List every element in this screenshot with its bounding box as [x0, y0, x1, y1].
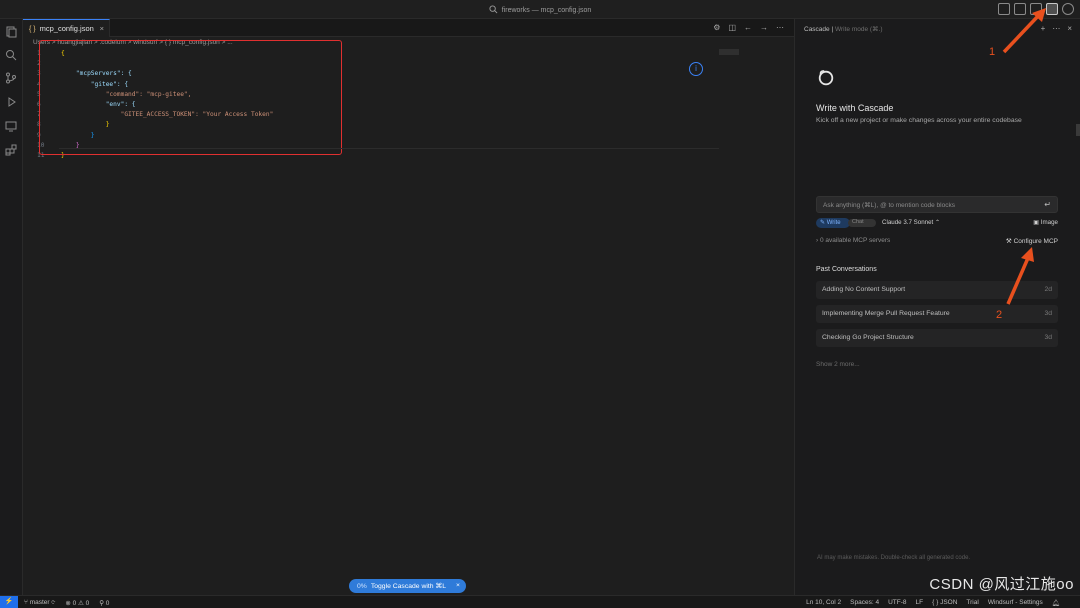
title-bar: fireworks — mcp_config.json	[0, 0, 1080, 19]
mode-write-button[interactable]: ✎ Write	[816, 218, 850, 228]
more-icon[interactable]: ⋯	[776, 23, 784, 32]
explorer-icon[interactable]	[5, 26, 17, 38]
cascade-logo-icon	[818, 70, 834, 86]
minimap[interactable]	[719, 49, 739, 55]
chevron-right-icon[interactable]: ›	[816, 237, 818, 244]
more-icon[interactable]: ⋯	[1052, 24, 1060, 33]
branch-indicator[interactable]: ⑂ master ⟳	[24, 599, 55, 607]
current-line-indicator	[59, 148, 719, 149]
editor-tab-bar: { } mcp_config.json × ⚙ ◫ ← → ⋯	[23, 19, 794, 37]
image-button[interactable]: ▣ Image	[1033, 219, 1058, 226]
chevron-up-icon: ⌃	[935, 219, 941, 226]
mcp-servers-status[interactable]: 0 available MCP servers	[820, 237, 890, 244]
tab-mcp-config[interactable]: { } mcp_config.json ×	[23, 19, 110, 37]
conversation-title: Adding No Content Support	[822, 286, 906, 293]
encoding[interactable]: UTF-8	[888, 599, 906, 607]
annotation-number-1: 1	[989, 46, 996, 58]
extensions-icon[interactable]	[5, 144, 17, 156]
window-title[interactable]: fireworks — mcp_config.json	[0, 5, 1080, 14]
status-bar: ⚡ ⑂ master ⟳ ⊗ 0 ⚠ 0 ⚲ 0 Ln 10, Col 2 Sp…	[0, 595, 1080, 608]
disclaimer: AI may make mistakes. Double-check all g…	[817, 555, 971, 561]
source-control-icon[interactable]	[5, 72, 17, 84]
branch-icon: ⑂	[24, 599, 28, 606]
conversation-title: Checking Go Project Structure	[822, 334, 914, 341]
trial-badge[interactable]: Trial	[966, 599, 978, 607]
toggle-cascade-percent: 0%	[357, 583, 367, 590]
mode-chat-label: Chat	[852, 219, 864, 225]
branch-name: master	[29, 599, 50, 606]
annotation-number-2: 2	[996, 309, 1003, 321]
show-more-link[interactable]: Show 2 more...	[816, 361, 860, 368]
windsurf-settings[interactable]: Windsurf - Settings	[988, 599, 1043, 607]
sync-icon[interactable]: ⟳	[51, 599, 55, 606]
editor-area: { } mcp_config.json × ⚙ ◫ ← → ⋯ Users > h…	[23, 19, 794, 595]
bell-icon[interactable]: 🔔︎	[1052, 599, 1060, 607]
account-icon[interactable]	[1062, 3, 1074, 15]
close-icon[interactable]: ×	[1067, 24, 1072, 33]
window-title-text: fireworks — mcp_config.json	[501, 7, 592, 14]
search-icon[interactable]	[5, 49, 17, 61]
mode-write-label: Write	[826, 220, 841, 226]
conversation-age: 3d	[1044, 310, 1052, 317]
enter-icon[interactable]: ↵	[1044, 200, 1051, 209]
annotation-arrow-2	[1006, 247, 1034, 305]
info-icon[interactable]: i	[689, 62, 703, 76]
mcp-row: › 0 available MCP servers ⚒ Configure MC…	[816, 237, 1058, 245]
language-mode[interactable]: { } JSON	[932, 599, 957, 607]
split-editor-icon[interactable]: ◫	[728, 23, 736, 32]
mode-chat-button[interactable]: Chat	[848, 219, 876, 227]
arrow-right-icon[interactable]: →	[760, 23, 768, 32]
annotation-highlight-box	[39, 40, 342, 155]
line-ending[interactable]: LF	[916, 599, 924, 607]
toggle-cascade-button[interactable]: 0% Toggle Cascade with ⌘L ×	[349, 579, 466, 593]
ask-input[interactable]: Ask anything (⌘L), @ to mention code blo…	[816, 196, 1058, 213]
welcome-subtitle: Kick off a new project or make changes a…	[816, 117, 1022, 124]
conversation-item[interactable]: Checking Go Project Structure 3d	[816, 329, 1058, 347]
cascade-mode-label: Write mode (⌘.)	[834, 26, 883, 33]
welcome-title: Write with Cascade	[816, 103, 894, 113]
model-selector[interactable]: Claude 3.7 Sonnet ⌃	[882, 219, 940, 226]
run-debug-icon[interactable]	[5, 96, 17, 108]
search-icon	[489, 5, 498, 14]
past-conversations-heading: Past Conversations	[816, 266, 877, 273]
image-icon: ▣	[1033, 219, 1040, 226]
remote-explorer-icon[interactable]	[5, 120, 17, 132]
ports-indicator[interactable]: ⚲ 0	[99, 599, 109, 607]
json-file-icon: { }	[29, 26, 36, 33]
scrollbar[interactable]	[1076, 124, 1080, 136]
conversation-age: 2d	[1044, 286, 1052, 293]
activity-bar	[0, 19, 23, 595]
arrow-left-icon[interactable]: ←	[744, 23, 752, 32]
problems-indicator[interactable]: ⊗ 0 ⚠ 0	[65, 599, 89, 607]
image-label: Image	[1040, 219, 1058, 226]
model-label: Claude 3.7 Sonnet	[882, 219, 934, 226]
conversation-title: Implementing Merge Pull Request Feature	[822, 310, 950, 317]
close-icon[interactable]: ×	[100, 24, 104, 33]
gear-icon[interactable]: ⚙	[713, 23, 720, 32]
mode-row: ✎ Write Chat Claude 3.7 Sonnet ⌃ ▣ Image	[816, 218, 1058, 229]
tab-label: mcp_config.json	[39, 24, 94, 33]
watermark: CSDN @风过江施oo	[929, 576, 1074, 593]
close-icon[interactable]: ×	[456, 582, 460, 589]
conversation-age: 3d	[1044, 334, 1052, 341]
toggle-cascade-label: Toggle Cascade with ⌘L	[370, 583, 447, 590]
cursor-position[interactable]: Ln 10, Col 2	[806, 599, 841, 607]
ask-input-placeholder: Ask anything (⌘L), @ to mention code blo…	[823, 202, 955, 209]
indentation[interactable]: Spaces: 4	[850, 599, 879, 607]
annotation-arrow-1	[1002, 8, 1046, 54]
remote-indicator-icon[interactable]: ⚡	[0, 596, 18, 608]
cascade-title: Cascade	[804, 26, 830, 33]
